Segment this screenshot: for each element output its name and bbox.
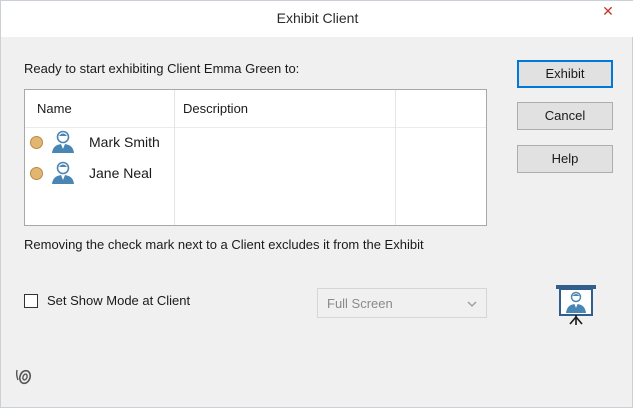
prompt-label: Ready to start exhibiting Client Emma Gr… bbox=[24, 61, 300, 76]
column-header-name[interactable]: Name bbox=[37, 101, 72, 116]
show-mode-value: Full Screen bbox=[327, 296, 393, 311]
column-divider bbox=[174, 90, 175, 225]
show-mode-select: Full Screen bbox=[317, 288, 487, 318]
client-name: Jane Neal bbox=[89, 165, 153, 181]
column-divider bbox=[395, 90, 396, 225]
window-title: Exhibit Client bbox=[276, 10, 359, 26]
presentation-user-icon bbox=[553, 283, 599, 334]
exhibit-button[interactable]: Exhibit bbox=[517, 60, 613, 88]
user-icon bbox=[50, 161, 76, 190]
chevron-down-icon bbox=[466, 297, 478, 315]
help-button[interactable]: Help bbox=[517, 145, 613, 173]
status-dot-icon bbox=[30, 167, 43, 180]
client-name: Mark Smith bbox=[89, 134, 160, 150]
info-text: Removing the check mark next to a Client… bbox=[24, 237, 424, 252]
user-icon bbox=[50, 130, 76, 159]
show-mode-label[interactable]: Set Show Mode at Client bbox=[47, 293, 190, 308]
gesture-icon bbox=[14, 366, 36, 393]
client-list[interactable]: Name Description Mark Smith Jane Neal bbox=[24, 89, 487, 226]
list-header: Name Description bbox=[25, 90, 486, 128]
column-header-description[interactable]: Description bbox=[183, 101, 248, 116]
title-bar: Exhibit Client ✕ bbox=[1, 1, 634, 37]
exhibit-client-dialog: Exhibit Client ✕ Ready to start exhibiti… bbox=[0, 0, 634, 408]
close-icon: ✕ bbox=[602, 3, 614, 19]
close-button[interactable]: ✕ bbox=[588, 1, 628, 21]
status-dot-icon bbox=[30, 136, 43, 149]
show-mode-checkbox[interactable] bbox=[24, 294, 38, 308]
cancel-button[interactable]: Cancel bbox=[517, 102, 613, 130]
